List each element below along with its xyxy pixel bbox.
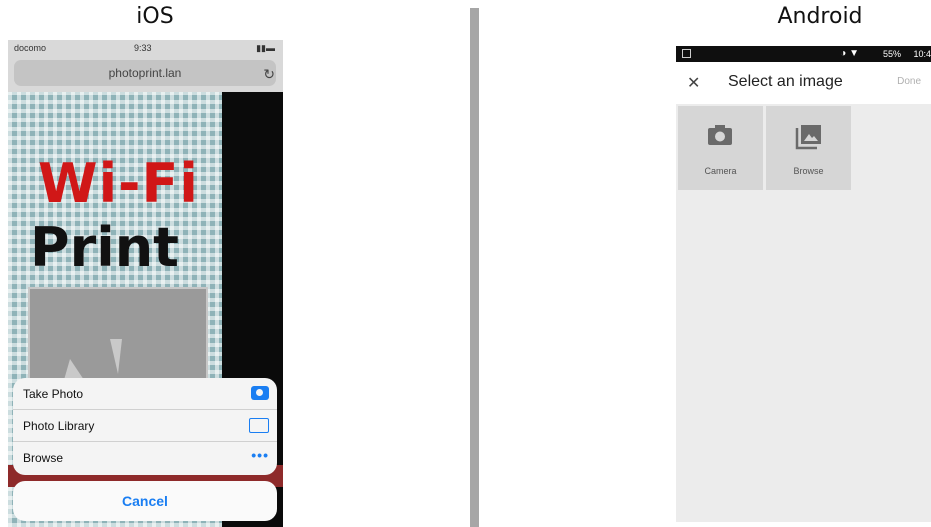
tile-label: Camera — [704, 166, 737, 176]
camera-icon — [251, 386, 269, 400]
gallery-icon — [795, 125, 821, 150]
carrier-label: docomo — [14, 43, 47, 53]
action-take-photo[interactable]: Take Photo — [13, 378, 277, 410]
battery-icon: ▮▮▬ — [256, 43, 275, 53]
close-icon[interactable]: ✕ — [687, 73, 700, 93]
action-sheet: Take Photo Photo Library Browse ••• — [13, 378, 277, 475]
tile-camera[interactable]: Camera — [678, 106, 763, 190]
status-time: 10:4 — [913, 49, 931, 59]
action-label: Browse — [23, 451, 64, 465]
url-field[interactable]: photoprint.lan — [14, 60, 276, 86]
cancel-button[interactable]: Cancel — [13, 481, 277, 521]
picker-toolbar: ✕ Select an image Done — [676, 62, 931, 104]
panel-divider — [470, 8, 479, 527]
action-photo-library[interactable]: Photo Library — [13, 410, 277, 442]
battery-level: 55% — [882, 49, 901, 59]
camera-icon — [708, 125, 732, 145]
ios-address-bar: photoprint.lan ↻ — [8, 56, 283, 92]
signal-icons: ◑ ▼ — [840, 48, 859, 59]
page-title-line2: Print — [30, 216, 179, 279]
notification-icon — [682, 49, 691, 58]
tile-label: Browse — [793, 166, 824, 176]
android-panel-label: Android — [777, 4, 863, 29]
more-dots-icon: ••• — [251, 447, 269, 463]
ios-panel-label: iOS — [136, 4, 174, 29]
android-screenshot: ◑ ▼ 55% 10:4 ✕ Select an image Done Came… — [676, 46, 931, 522]
ios-screenshot: docomo 9:33 ▮▮▬ photoprint.lan ↻ Wi-Fi P… — [8, 40, 283, 527]
picker-title: Select an image — [728, 73, 843, 90]
tile-browse[interactable]: Browse — [766, 106, 851, 190]
photo-library-icon — [249, 418, 269, 433]
done-button[interactable]: Done — [897, 76, 921, 87]
page-title-line1: Wi-Fi — [38, 152, 199, 215]
status-time: 9:33 — [134, 43, 152, 53]
android-status-bar: ◑ ▼ 55% 10:4 — [676, 46, 931, 62]
action-label: Take Photo — [23, 387, 84, 401]
action-label: Photo Library — [23, 419, 95, 433]
ios-status-bar: docomo 9:33 ▮▮▬ — [8, 40, 283, 56]
action-browse[interactable]: Browse ••• — [13, 442, 277, 474]
reload-icon[interactable]: ↻ — [263, 66, 275, 83]
